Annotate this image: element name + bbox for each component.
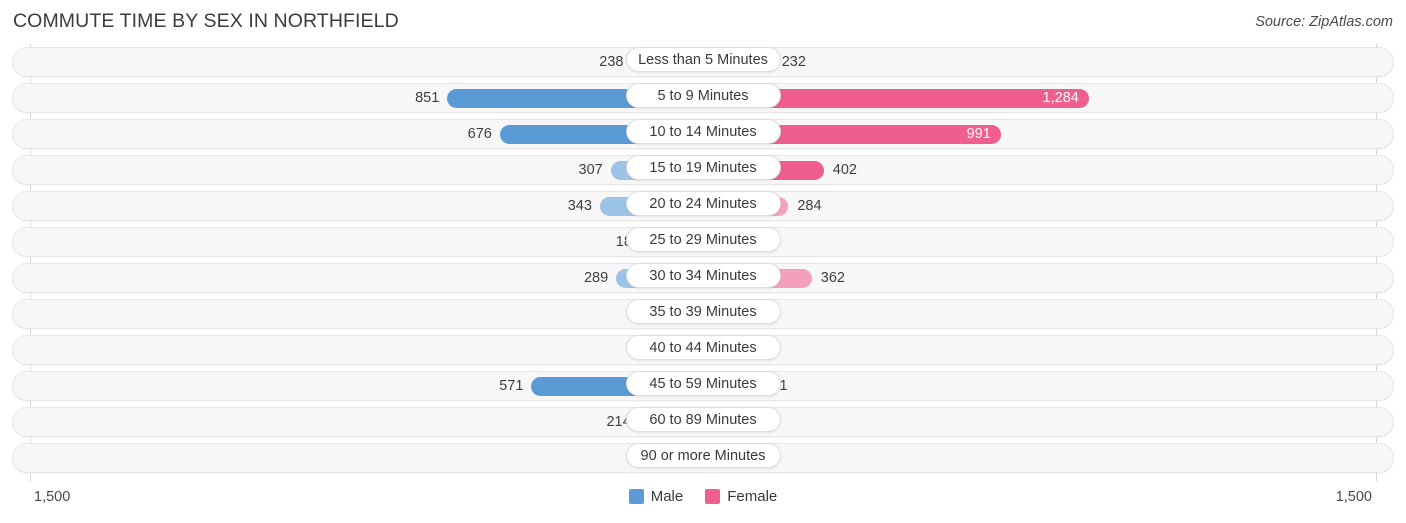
bar-row: 914235 to 39 Minutes: [0, 296, 1406, 332]
chart-footer: 1,500 1,500 Male Female: [0, 481, 1406, 523]
legend-label: Male: [650, 488, 684, 505]
bar-value-male: 676: [467, 126, 492, 142]
category-label: 40 to 44 Minutes: [625, 334, 781, 360]
category-label: 30 to 34 Minutes: [625, 262, 781, 288]
legend-item-male[interactable]: Male: [628, 488, 684, 505]
chart-legend: Male Female: [0, 488, 1406, 505]
bar-row: 18312625 to 29 Minutes: [0, 224, 1406, 260]
bar-value-male: 571: [499, 378, 524, 394]
category-label: 25 to 29 Minutes: [625, 226, 781, 252]
bar-value-male: 851: [415, 90, 440, 106]
category-label: Less than 5 Minutes: [625, 46, 781, 72]
legend-swatch-icon: [628, 489, 644, 504]
bar-row: 676 991 10 to 14 Minutes: [0, 116, 1406, 152]
bar-value-male: 289: [583, 270, 609, 286]
bar-value-male: 343: [567, 198, 592, 214]
category-label: 5 to 9 Minutes: [625, 82, 781, 108]
bar-value-male: 238: [599, 54, 624, 70]
bar-value-female: 991: [966, 126, 991, 142]
bar-row: 307 402 15 to 19 Minutes: [0, 152, 1406, 188]
bar-value-female: 1,284: [1042, 90, 1079, 106]
legend-swatch-icon: [705, 489, 721, 504]
bar-row: 6711940 to 44 Minutes: [0, 332, 1406, 368]
bar-value-male: 214: [606, 414, 631, 430]
category-label: 20 to 24 Minutes: [625, 190, 781, 216]
category-label: 45 to 59 Minutes: [625, 370, 781, 396]
source-attribution: Source: ZipAtlas.com: [1255, 14, 1393, 30]
bar-value-female: 284: [797, 198, 822, 214]
bar-row: 289 362 30 to 34 Minutes: [0, 260, 1406, 296]
bar-value-female: 362: [820, 270, 845, 286]
page-title: COMMUTE TIME BY SEX IN NORTHFIELD: [13, 10, 399, 32]
bar-row: 238 232 Less than 5 Minutes: [0, 44, 1406, 80]
bar-value-female: 232: [781, 54, 806, 70]
chart-header: COMMUTE TIME BY SEX IN NORTHFIELD Source…: [0, 0, 1406, 44]
legend-item-female[interactable]: Female: [705, 488, 777, 505]
category-label: 90 or more Minutes: [625, 442, 781, 468]
bar-row: 57117145 to 59 Minutes: [0, 368, 1406, 404]
bar-rows: 238 232 Less than 5 Minutes 851 1,284 5 to 9 …: [0, 44, 1406, 476]
bar-value-male: 307: [578, 162, 603, 178]
category-label: 35 to 39 Minutes: [625, 298, 781, 324]
bar-value-female: 402: [832, 162, 857, 178]
chart-plot-area: 238 232 Less than 5 Minutes 851 1,284 5 to 9 …: [0, 44, 1406, 481]
bar-row: 343 284 20 to 24 Minutes: [0, 188, 1406, 224]
bar-row: 2146560 to 89 Minutes: [0, 404, 1406, 440]
legend-label: Female: [727, 488, 778, 505]
category-label: 10 to 14 Minutes: [625, 118, 781, 144]
bar-row: 851 1,284 5 to 9 Minutes: [0, 80, 1406, 116]
category-label: 15 to 19 Minutes: [625, 154, 781, 180]
category-label: 60 to 89 Minutes: [625, 406, 781, 432]
bar-row: 492490 or more Minutes: [0, 440, 1406, 476]
